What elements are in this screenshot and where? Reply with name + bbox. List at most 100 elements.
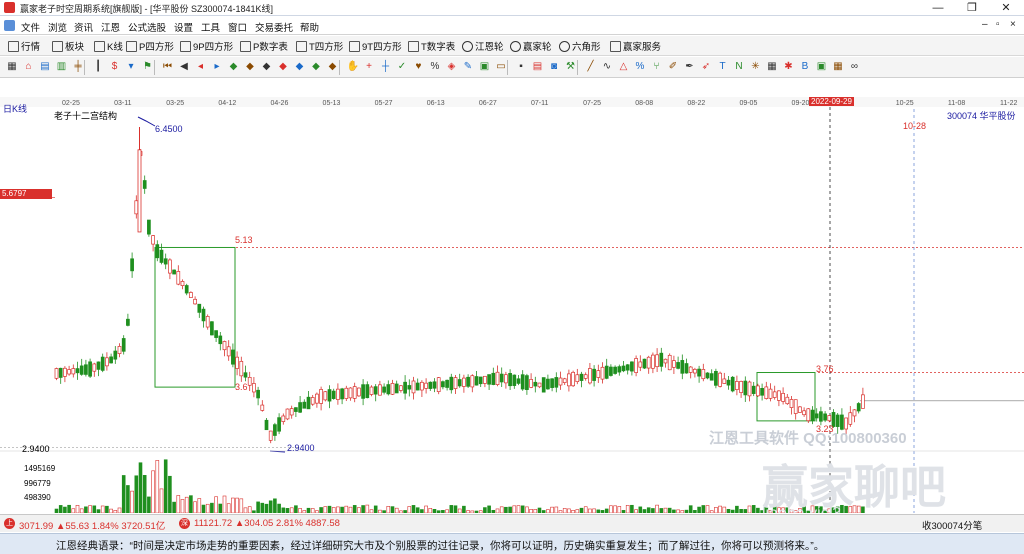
menu-file[interactable]: 文件 xyxy=(21,20,40,34)
menu-browse[interactable]: 浏览 xyxy=(48,20,67,34)
car-icon[interactable]: ◙ xyxy=(548,61,560,73)
back-icon[interactable]: ◂ xyxy=(195,61,207,73)
next-icon[interactable]: ▸ xyxy=(211,61,223,73)
fork-icon[interactable]: ⑂ xyxy=(651,61,663,73)
plus-icon[interactable]: ┼ xyxy=(380,61,392,73)
tb-p-table-button[interactable]: P数字表 xyxy=(240,39,288,53)
grid-icon[interactable]: ▦ xyxy=(6,61,18,73)
line-icon[interactable]: ╱ xyxy=(585,61,597,73)
dollar-icon[interactable]: $ xyxy=(109,61,121,73)
bar-icon[interactable]: ┃ xyxy=(92,61,104,73)
menu-tools[interactable]: 工具 xyxy=(201,20,220,34)
check-icon[interactable]: ✓ xyxy=(396,61,408,73)
prev-icon[interactable]: ◀ xyxy=(178,61,190,73)
candle-body xyxy=(726,379,731,386)
candle-body xyxy=(54,368,59,379)
diamond-icon[interactable]: ◆ xyxy=(228,61,240,73)
tb-kline-button[interactable]: K线 xyxy=(94,39,123,53)
candle-body xyxy=(516,378,521,384)
tb-label: P四方形 xyxy=(139,42,174,53)
pen-icon[interactable]: ✒ xyxy=(684,61,696,73)
tb-winner-wheel-button[interactable]: 赢家轮 xyxy=(510,39,552,53)
diamond-icon[interactable]: ◆ xyxy=(277,61,289,73)
menu-news[interactable]: 资讯 xyxy=(74,20,93,34)
kline-icon[interactable]: ╪ xyxy=(72,61,84,73)
gift-icon[interactable]: ♥ xyxy=(413,61,425,73)
book2-icon[interactable]: ▣ xyxy=(479,61,491,73)
tb-gann-wheel-button[interactable]: 江恩轮 xyxy=(462,39,504,53)
period-label[interactable]: 日K线 xyxy=(3,102,27,115)
volume-bar xyxy=(294,505,298,513)
table-icon[interactable]: ▤ xyxy=(532,61,544,73)
grid2-icon[interactable]: ▦ xyxy=(832,61,844,73)
percent-icon[interactable]: % xyxy=(429,61,441,73)
volume-bar xyxy=(634,509,638,513)
tb-t-square-button[interactable]: T四方形 xyxy=(296,39,343,53)
cross-icon[interactable]: + xyxy=(363,61,375,73)
diamond-icon[interactable]: ◆ xyxy=(244,61,256,73)
tb-sector-button[interactable]: 板块 xyxy=(52,39,84,53)
cal-icon[interactable]: ▦ xyxy=(766,61,778,73)
hand-icon[interactable]: ✋ xyxy=(347,61,359,73)
close-button[interactable]: ✕ xyxy=(989,0,1023,16)
brush2-icon[interactable]: ✐ xyxy=(667,61,679,73)
menu-formula[interactable]: 公式选股 xyxy=(128,20,166,34)
tb-p-square-button[interactable]: P四方形 xyxy=(126,39,174,53)
volume-bar xyxy=(315,510,319,513)
first-icon[interactable]: ⏮ xyxy=(162,61,174,73)
mdi-close-button[interactable]: × xyxy=(1010,19,1016,30)
candle-body xyxy=(210,321,214,336)
chart-icon[interactable]: ▤ xyxy=(39,61,51,73)
wave2-icon[interactable]: ∞ xyxy=(849,61,861,73)
book-icon[interactable]: ▥ xyxy=(56,61,68,73)
menu-window[interactable]: 窗口 xyxy=(228,20,247,34)
wave-icon[interactable]: ∿ xyxy=(601,61,613,73)
arrow-icon[interactable]: ➶ xyxy=(700,61,712,73)
candle-body xyxy=(852,409,857,417)
minimize-button[interactable]: — xyxy=(921,0,955,16)
star2-icon[interactable]: ✱ xyxy=(783,61,795,73)
menu-help[interactable]: 帮助 xyxy=(300,20,319,34)
tb-quotes-button[interactable]: 行情 xyxy=(8,39,40,53)
t-icon[interactable]: T xyxy=(717,61,729,73)
menu-trade[interactable]: 交易委托 xyxy=(255,20,293,34)
tick-detail-text[interactable]: 收300074分笔 xyxy=(922,518,982,532)
menu-app-icon[interactable] xyxy=(4,20,15,31)
diamond-icon[interactable]: ◆ xyxy=(327,61,339,73)
menu-gann[interactable]: 江恩 xyxy=(101,20,120,34)
menu-settings[interactable]: 设置 xyxy=(174,20,193,34)
candle-body xyxy=(491,372,496,385)
mdi-restore-button[interactable]: ▫ xyxy=(996,19,1000,30)
mdi-minimize-button[interactable]: – xyxy=(982,19,988,30)
tb-service-button[interactable]: 赢家服务 xyxy=(610,39,661,53)
diamond-icon[interactable]: ◆ xyxy=(294,61,306,73)
dropdown-icon[interactable]: ▾ xyxy=(125,61,137,73)
b-icon[interactable]: B xyxy=(799,61,811,73)
home-icon[interactable]: ⌂ xyxy=(23,61,35,73)
tb-9p-square-button[interactable]: 9P四方形 xyxy=(180,39,233,53)
tb-t-table-button[interactable]: T数字表 xyxy=(408,39,455,53)
box-icon[interactable]: ▣ xyxy=(816,61,828,73)
diamond-icon[interactable]: ◆ xyxy=(310,61,322,73)
diamond-icon[interactable]: ◆ xyxy=(261,61,273,73)
volume-bar xyxy=(747,505,752,513)
tb-9t-square-button[interactable]: 9T四方形 xyxy=(349,39,402,53)
kline-chart[interactable]: 02-25 03-11 03-25 04-12 04-26 05-13 05-27 06-13… xyxy=(0,79,1024,513)
sz-index-icon[interactable]: 深 xyxy=(179,518,190,529)
star-icon[interactable]: ✳ xyxy=(750,61,762,73)
tb-hexagon-button[interactable]: 六角形 xyxy=(559,39,601,53)
triangle-icon[interactable]: △ xyxy=(618,61,630,73)
candle-body xyxy=(436,377,441,392)
sh-index-icon[interactable]: 上 xyxy=(4,518,15,529)
percent2-icon[interactable]: % xyxy=(634,61,646,73)
brush-icon[interactable]: ✎ xyxy=(462,61,474,73)
candle-body xyxy=(222,341,227,351)
n-icon[interactable]: N xyxy=(733,61,745,73)
tag-icon[interactable]: ◈ xyxy=(446,61,458,73)
save-icon[interactable]: ▪ xyxy=(515,61,527,73)
candle-body xyxy=(268,430,273,441)
maximize-button[interactable]: ❐ xyxy=(955,0,989,16)
flag-icon[interactable]: ⚑ xyxy=(142,61,154,73)
monitor-icon[interactable]: ▭ xyxy=(495,61,507,73)
tool-icon[interactable]: ⚒ xyxy=(565,61,577,73)
